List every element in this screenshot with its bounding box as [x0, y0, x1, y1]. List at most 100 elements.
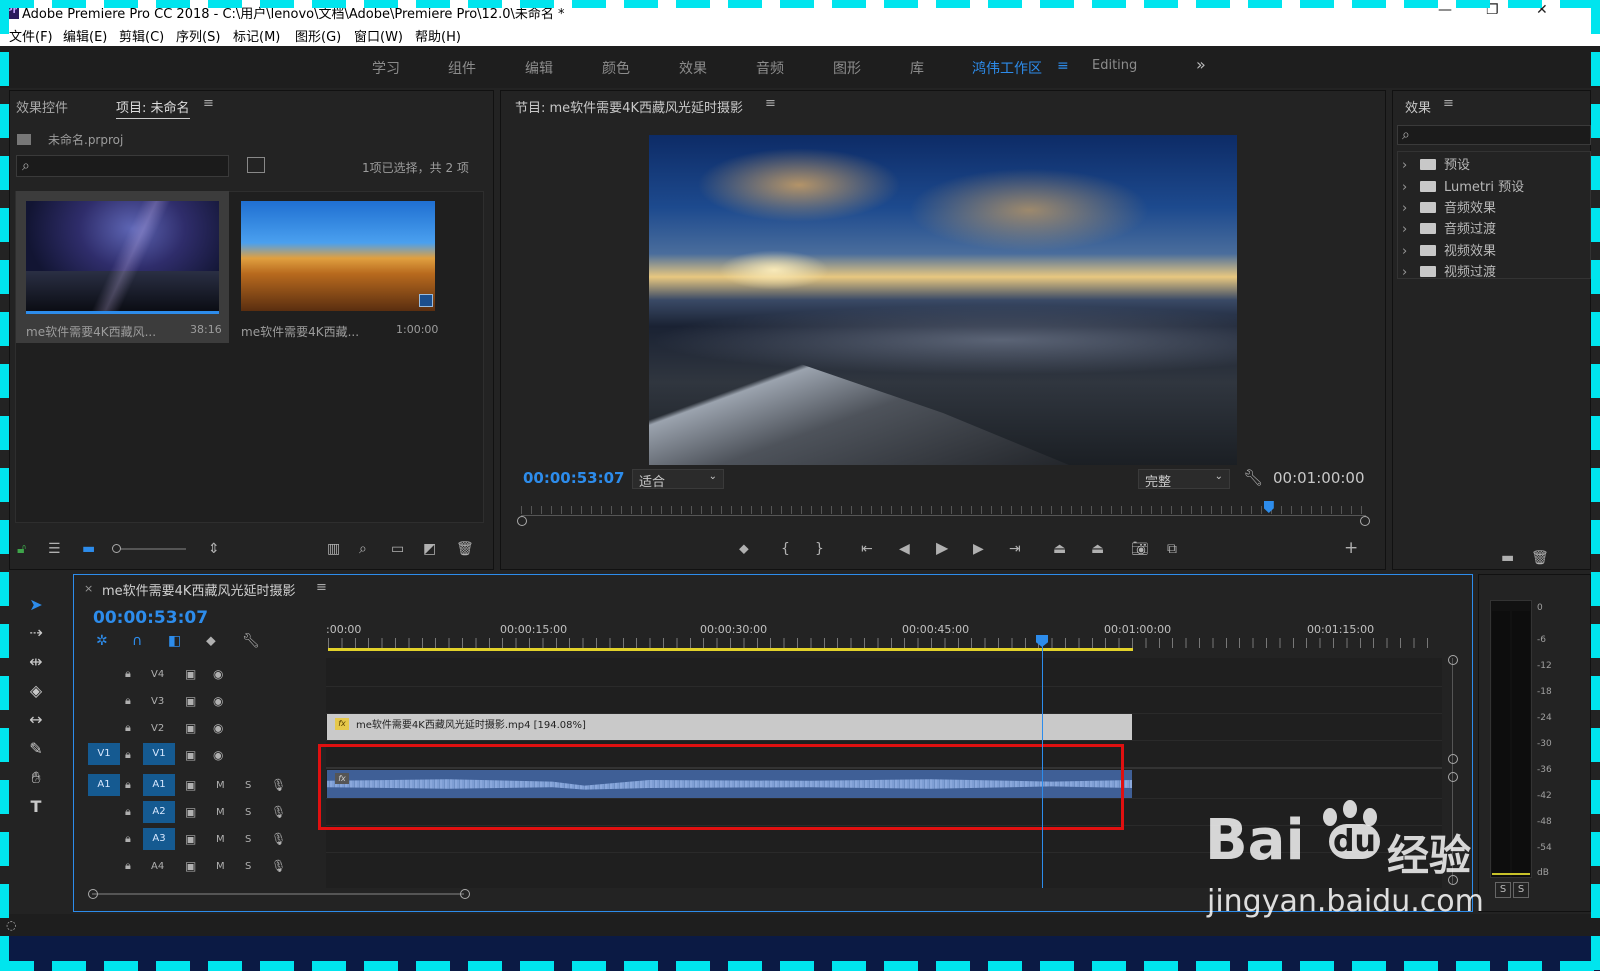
new-bin-icon[interactable]: ▬: [1501, 551, 1514, 565]
source-patch-v1[interactable]: V1: [88, 743, 120, 765]
scrubber-end-handle[interactable]: [1360, 516, 1370, 526]
linked-selection-icon[interactable]: ◧: [168, 634, 181, 648]
track-select-tool-icon[interactable]: ⇢: [25, 622, 47, 644]
zoom-slider-handle[interactable]: [112, 544, 121, 553]
microphone-icon[interactable]: 🎙︎: [271, 778, 286, 792]
quality-dropdown[interactable]: 完整 ⌄: [1138, 469, 1230, 490]
lock-icon[interactable]: 🔒︎: [125, 748, 131, 762]
project-menu-icon[interactable]: ≡: [203, 96, 214, 111]
menu-file[interactable]: 文件(F): [9, 26, 53, 45]
pen-tool-icon[interactable]: ✎: [25, 738, 47, 760]
comparison-view-icon[interactable]: ⧉: [1167, 542, 1177, 556]
solo-right-button[interactable]: S: [1513, 882, 1529, 898]
more-workspaces-icon[interactable]: »: [1196, 55, 1206, 74]
type-tool-icon[interactable]: T: [25, 796, 47, 818]
menu-edit[interactable]: 编辑(E): [63, 26, 107, 45]
ripple-edit-tool-icon[interactable]: ⇹: [25, 651, 47, 673]
step-forward-icon[interactable]: ▶︎: [973, 542, 984, 556]
sync-lock-icon[interactable]: ▣: [185, 778, 196, 792]
icon-view-icon[interactable]: ▬: [82, 542, 95, 556]
step-back-icon[interactable]: ◀︎: [899, 542, 910, 556]
mute-button[interactable]: M: [216, 780, 225, 791]
trash-icon[interactable]: 🗑︎: [1531, 551, 1549, 565]
lock-icon[interactable]: 🔒︎: [125, 667, 131, 681]
mute-button[interactable]: M: [216, 807, 225, 818]
microphone-icon[interactable]: 🎙︎: [271, 832, 286, 846]
sync-lock-icon[interactable]: ▣: [185, 667, 196, 681]
go-to-out-icon[interactable]: ⇥: [1009, 542, 1021, 556]
workspace-learn[interactable]: 学习: [372, 58, 400, 78]
mark-in-icon[interactable]: {: [781, 542, 790, 556]
scroll-handle[interactable]: [460, 889, 470, 899]
close-sequence-icon[interactable]: ×: [84, 582, 93, 595]
timeline-current-timecode[interactable]: 00:00:53:07: [93, 608, 208, 628]
timeline-settings-icon[interactable]: 🔧︎: [242, 634, 260, 648]
menu-clip[interactable]: 剪辑(C): [119, 26, 164, 45]
nest-toggle-icon[interactable]: ✲: [96, 634, 108, 648]
workspace-graphics[interactable]: 图形: [833, 58, 861, 78]
track-target-a3[interactable]: A3: [143, 828, 175, 850]
go-to-in-icon[interactable]: ⇤: [861, 542, 873, 556]
workspace-editing[interactable]: Editing: [1092, 58, 1137, 73]
wrench-icon[interactable]: 🔧︎: [1243, 470, 1263, 486]
microphone-icon[interactable]: 🎙︎: [271, 805, 286, 819]
sync-lock-icon[interactable]: ▣: [185, 859, 196, 873]
workspace-audio[interactable]: 音频: [756, 58, 784, 78]
play-icon[interactable]: ▶︎: [936, 540, 948, 556]
slip-tool-icon[interactable]: ↔: [25, 709, 47, 731]
hand-tool-icon[interactable]: ✋︎: [25, 767, 47, 789]
mark-out-icon[interactable]: }: [815, 542, 824, 556]
solo-button[interactable]: S: [245, 780, 251, 791]
effects-item-video-effects[interactable]: › 视频效果: [1402, 240, 1496, 259]
export-frame-icon[interactable]: 📷︎: [1131, 542, 1149, 556]
program-current-timecode[interactable]: 00:00:53:07: [523, 469, 625, 487]
sync-lock-icon[interactable]: ▣: [185, 832, 196, 846]
workspace-editing-cn[interactable]: 编辑: [525, 58, 553, 78]
effects-menu-icon[interactable]: ≡: [1443, 96, 1454, 111]
menu-graphics[interactable]: 图形(G): [295, 26, 341, 45]
sequence-menu-icon[interactable]: ≡: [316, 580, 327, 595]
project-search-input[interactable]: ⌕: [16, 155, 229, 177]
workspace-effects[interactable]: 效果: [679, 58, 707, 78]
sequence-tab[interactable]: me软件需要4K西藏风光延时摄影: [102, 580, 295, 599]
eye-icon[interactable]: ◉: [213, 721, 223, 735]
sort-icon[interactable]: ⇕: [208, 542, 220, 556]
menu-sequence[interactable]: 序列(S): [176, 26, 220, 45]
scroll-handle[interactable]: [1448, 655, 1458, 665]
program-menu-icon[interactable]: ≡: [765, 96, 776, 111]
trash-icon[interactable]: 🗑︎: [456, 542, 474, 556]
solo-button[interactable]: S: [245, 807, 251, 818]
snap-icon[interactable]: ∩: [132, 634, 142, 648]
add-marker-icon[interactable]: ⬥: [739, 542, 749, 556]
tab-effect-controls[interactable]: 效果控件: [16, 97, 68, 116]
add-button-icon[interactable]: +: [1344, 540, 1358, 557]
menu-window[interactable]: 窗口(W): [354, 26, 403, 45]
mute-button[interactable]: M: [216, 861, 225, 872]
sync-lock-icon[interactable]: ▣: [185, 805, 196, 819]
workspace-menu-icon[interactable]: ≡: [1057, 58, 1069, 74]
lock-icon[interactable]: 🔒︎: [125, 805, 131, 819]
solo-button[interactable]: S: [245, 861, 251, 872]
lock-icon[interactable]: 🔒︎: [125, 832, 131, 846]
effects-search-input[interactable]: ⌕: [1397, 125, 1591, 145]
eye-icon[interactable]: ◉: [213, 748, 223, 762]
workspace-assembly[interactable]: 组件: [448, 58, 476, 78]
automate-icon[interactable]: ▥: [327, 542, 340, 556]
lock-icon[interactable]: 🔓︎: [17, 542, 26, 556]
fit-dropdown[interactable]: 适合 ⌄: [632, 469, 724, 490]
lift-icon[interactable]: ⏏︎: [1053, 542, 1066, 556]
effects-item-audio-transitions[interactable]: › 音频过渡: [1402, 218, 1496, 237]
menu-marker[interactable]: 标记(M): [233, 26, 280, 45]
eye-icon[interactable]: ◉: [213, 667, 223, 681]
tab-project[interactable]: 项目: 未命名: [116, 97, 190, 119]
track-target-a1[interactable]: A1: [143, 774, 175, 796]
menu-help[interactable]: 帮助(H): [415, 26, 461, 45]
list-view-icon[interactable]: ☰: [48, 542, 61, 556]
project-item[interactable]: me软件需要4K西藏... 1:00:00: [235, 191, 445, 343]
new-item-icon[interactable]: ◩: [423, 542, 436, 556]
workspace-custom[interactable]: 鸿伟工作区: [972, 58, 1042, 78]
scroll-handle[interactable]: [1448, 772, 1458, 782]
lock-icon[interactable]: 🔒︎: [125, 859, 131, 873]
scroll-handle[interactable]: [1448, 754, 1458, 764]
sync-lock-icon[interactable]: ▣: [185, 694, 196, 708]
